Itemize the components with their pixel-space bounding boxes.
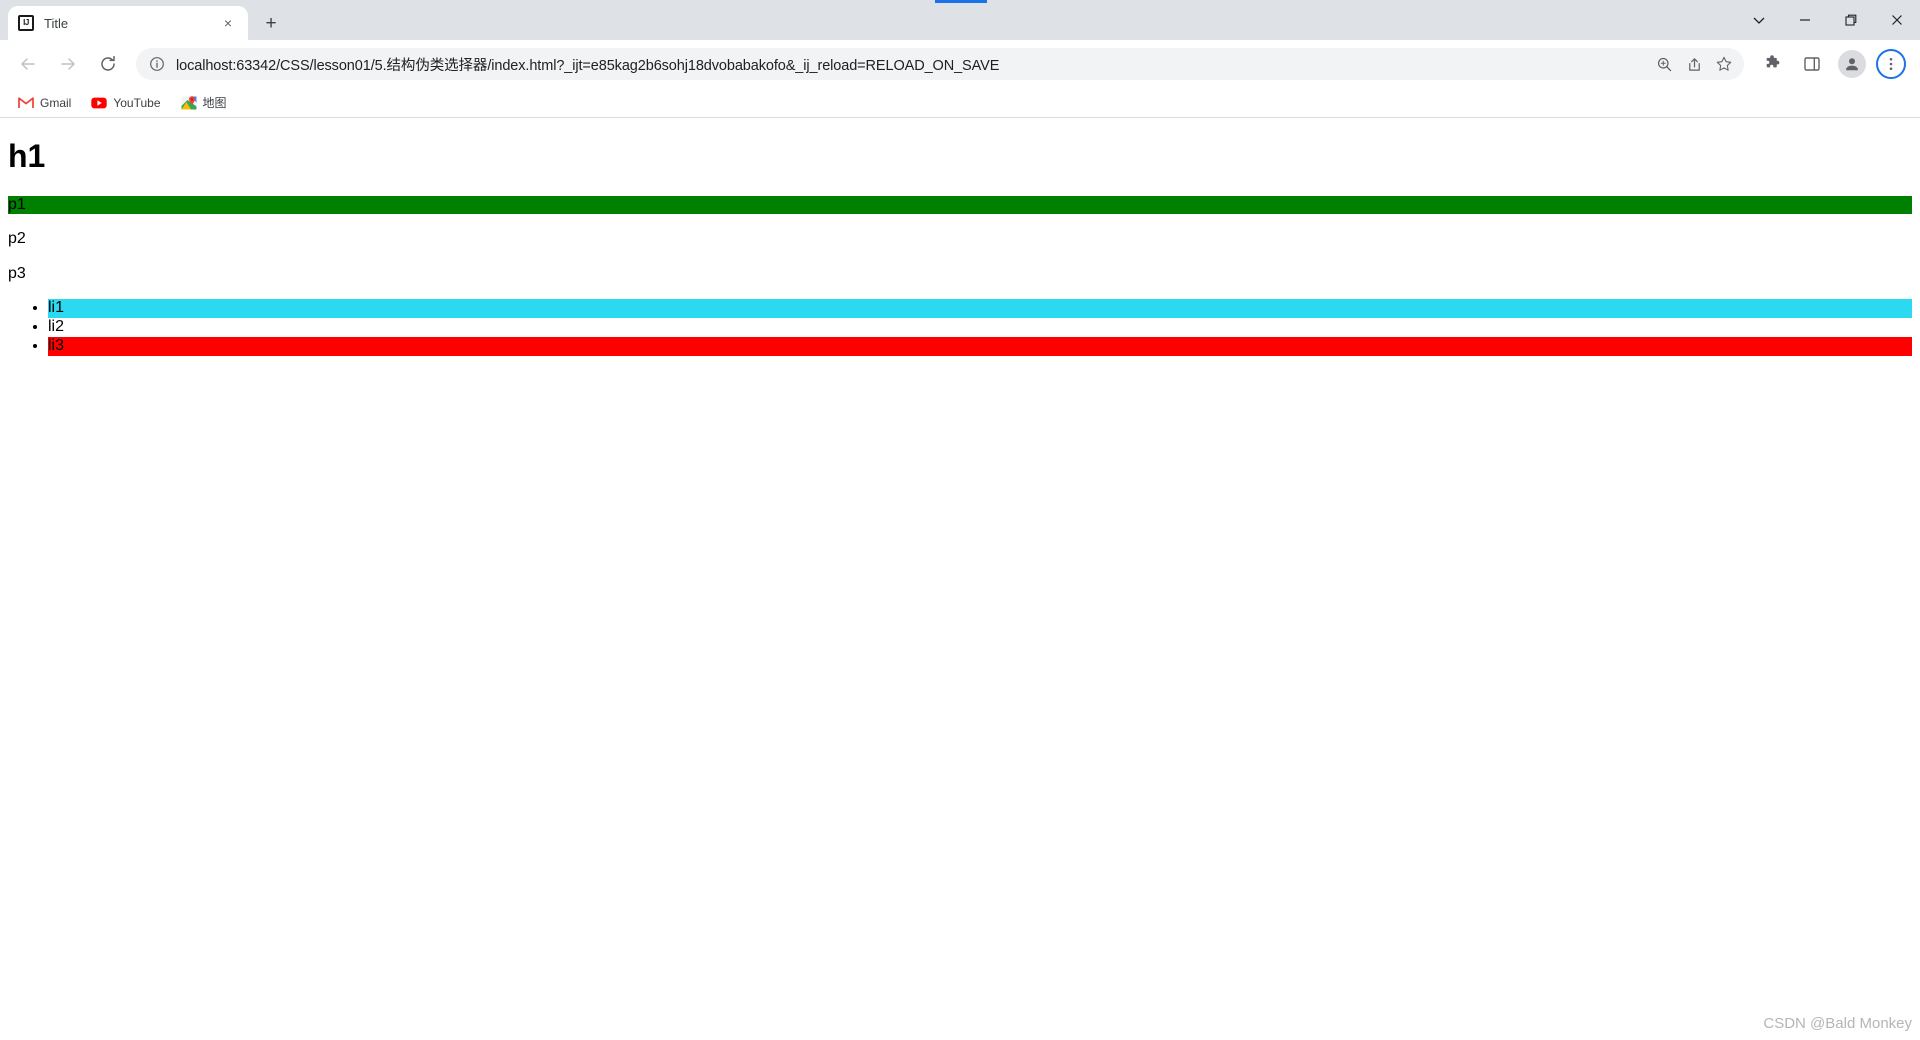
back-icon[interactable] (11, 47, 45, 81)
browser-tab[interactable]: IJ Title × (8, 6, 248, 40)
list-item: li2 (48, 318, 1912, 337)
tab-search-icon[interactable] (1736, 3, 1782, 37)
page-viewport: h1 p1 p2 p3 li1 li2 li3 CSDN @Bald Monke… (0, 118, 1920, 1040)
chrome-menu-icon[interactable] (1876, 49, 1906, 79)
title-bar: IJ Title × + (0, 0, 1920, 40)
paragraph-p3: p3 (8, 264, 26, 282)
intellij-favicon-icon: IJ (18, 15, 34, 31)
tab-strip: IJ Title × + (0, 0, 286, 40)
new-tab-button[interactable]: + (256, 8, 286, 38)
page-body: h1 p1 p2 p3 li1 li2 li3 (0, 138, 1920, 380)
bookmark-gmail[interactable]: Gmail (10, 92, 79, 114)
window-controls (1736, 0, 1920, 40)
reload-icon[interactable] (91, 47, 125, 81)
forward-icon[interactable] (51, 47, 85, 81)
youtube-icon (91, 95, 108, 111)
browser-window: IJ Title × + localhost:63342/CSS/lesson0… (0, 0, 1920, 1040)
maximize-icon[interactable] (1828, 3, 1874, 37)
extensions-icon[interactable] (1756, 48, 1788, 80)
gmail-icon (18, 95, 34, 111)
google-maps-icon (181, 95, 197, 111)
bookmark-label: YouTube (113, 95, 161, 110)
favicon-label: IJ (23, 18, 29, 27)
list-item-label: li1 (48, 299, 65, 316)
csdn-watermark: CSDN @Bald Monkey (1763, 1015, 1912, 1032)
tab-close-icon[interactable]: × (218, 13, 238, 33)
toolbar-right-actions (1752, 48, 1912, 80)
url-text[interactable]: localhost:63342/CSS/lesson01/5.结构伪类选择器/i… (176, 54, 1648, 75)
page-list: li1 li2 li3 (8, 299, 1912, 356)
bookmarks-bar: Gmail YouTube 地图 (0, 88, 1920, 118)
share-icon[interactable] (1680, 50, 1708, 78)
close-icon[interactable] (1874, 3, 1920, 37)
list-item-label: li2 (48, 317, 65, 335)
browser-toolbar: localhost:63342/CSS/lesson01/5.结构伪类选择器/i… (0, 40, 1920, 88)
paragraph-p1: p1 (8, 195, 1912, 215)
tab-title: Title (44, 15, 69, 31)
bookmark-star-icon[interactable] (1710, 50, 1738, 78)
bookmark-label: 地图 (202, 96, 227, 110)
list-item-label: li3 (48, 336, 65, 354)
page-heading-h1: h1 (8, 138, 46, 174)
minimize-icon[interactable] (1782, 3, 1828, 37)
bookmark-maps[interactable]: 地图 (173, 91, 235, 114)
bookmark-label: Gmail (40, 95, 72, 110)
site-info-icon[interactable] (148, 55, 166, 73)
tab-drag-indicator (935, 0, 987, 3)
paragraph-p2: p2 (8, 230, 26, 248)
omnibox-actions (1648, 50, 1738, 78)
bookmark-youtube[interactable]: YouTube (83, 92, 168, 114)
zoom-icon[interactable] (1650, 50, 1678, 78)
list-item: li3 (48, 336, 1912, 356)
address-bar[interactable]: localhost:63342/CSS/lesson01/5.结构伪类选择器/i… (136, 48, 1744, 80)
profile-avatar[interactable] (1838, 50, 1866, 78)
list-item: li1 (48, 299, 1912, 318)
side-panel-icon[interactable] (1796, 48, 1828, 80)
